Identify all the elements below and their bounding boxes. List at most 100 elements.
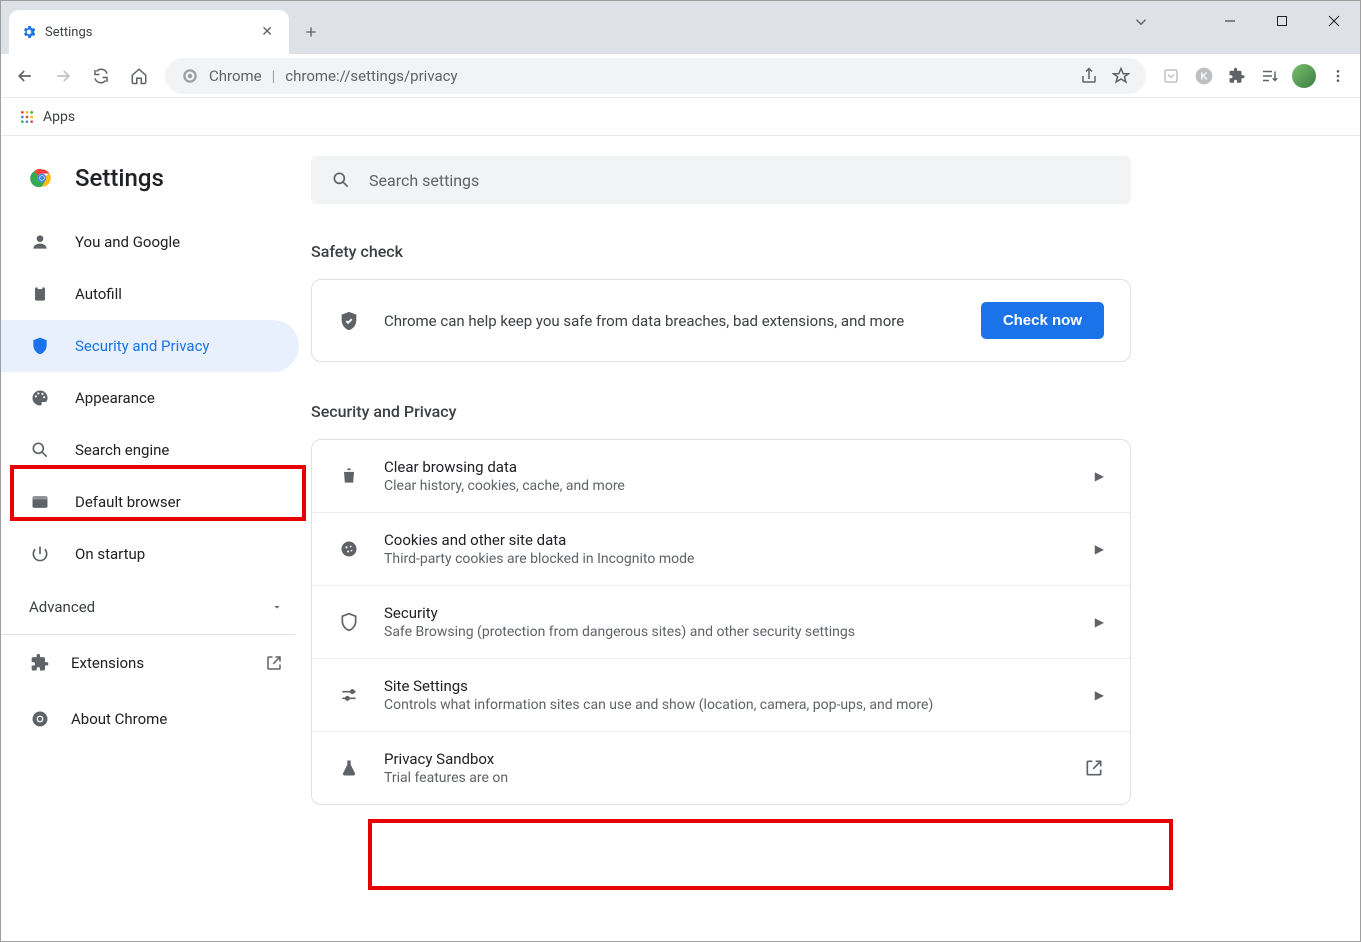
sidebar-advanced-toggle[interactable]: Advanced — [1, 580, 311, 634]
address-bar[interactable]: Chrome | chrome://settings/privacy — [165, 58, 1146, 94]
safety-check-text: Chrome can help keep you safe from data … — [384, 312, 957, 330]
share-icon[interactable] — [1080, 67, 1098, 85]
new-tab-button[interactable] — [295, 16, 327, 48]
row-subtitle: Trial features are on — [384, 770, 1060, 786]
sidebar-item-label: Autofill — [75, 285, 122, 303]
pocket-icon[interactable] — [1162, 67, 1180, 85]
chevron-right-icon: ▶ — [1095, 688, 1104, 702]
reload-button[interactable] — [85, 60, 117, 92]
puzzle-icon — [29, 653, 51, 673]
person-icon — [29, 232, 51, 252]
sidebar-item-label: Security and Privacy — [75, 337, 210, 355]
open-external-icon — [1084, 758, 1104, 778]
shield-icon — [29, 336, 51, 356]
sidebar-item-appearance[interactable]: Appearance — [1, 372, 299, 424]
site-info-icon[interactable] — [181, 67, 199, 85]
extensions-puzzle-icon[interactable] — [1228, 67, 1246, 85]
safety-check-card: Chrome can help keep you safe from data … — [311, 279, 1131, 362]
browser-toolbar: Chrome | chrome://settings/privacy K — [1, 54, 1360, 98]
sidebar-item-about[interactable]: About Chrome — [1, 691, 311, 747]
sidebar-item-search-engine[interactable]: Search engine — [1, 424, 299, 476]
row-title: Privacy Sandbox — [384, 750, 1060, 768]
row-subtitle: Safe Browsing (protection from dangerous… — [384, 624, 1071, 640]
minimize-button[interactable] — [1204, 1, 1256, 41]
row-title: Cookies and other site data — [384, 531, 1071, 549]
tab-title: Settings — [45, 25, 92, 40]
sidebar-item-label: Search engine — [75, 441, 169, 459]
browser-window-icon — [29, 492, 51, 512]
sidebar-item-you-and-google[interactable]: You and Google — [1, 216, 299, 268]
row-clear-browsing-data[interactable]: Clear browsing data Clear history, cooki… — [312, 440, 1130, 512]
search-placeholder: Search settings — [369, 171, 479, 190]
settings-main: Search settings Safety check Chrome can … — [311, 136, 1360, 941]
row-security[interactable]: Security Safe Browsing (protection from … — [312, 585, 1130, 658]
sidebar-item-default-browser[interactable]: Default browser — [1, 476, 299, 528]
bookmarks-bar: Apps — [1, 98, 1360, 136]
cookie-icon — [338, 539, 360, 559]
reading-list-icon[interactable] — [1260, 67, 1278, 85]
close-tab-icon[interactable]: ✕ — [257, 20, 277, 44]
chevron-right-icon: ▶ — [1095, 542, 1104, 556]
power-icon — [29, 544, 51, 564]
url-scheme: Chrome — [209, 67, 262, 85]
window-controls — [1204, 1, 1360, 41]
privacy-section-heading: Security and Privacy — [311, 402, 1290, 421]
sidebar-item-label: You and Google — [75, 233, 180, 251]
sidebar-item-label: Appearance — [75, 389, 155, 407]
forward-button[interactable] — [47, 60, 79, 92]
check-now-button[interactable]: Check now — [981, 302, 1104, 339]
browser-tabstrip: Settings ✕ — [1, 1, 1360, 54]
trash-icon — [338, 466, 360, 486]
menu-dots-icon[interactable] — [1330, 68, 1346, 84]
row-subtitle: Third-party cookies are blocked in Incog… — [384, 551, 1071, 567]
home-button[interactable] — [123, 60, 155, 92]
back-button[interactable] — [9, 60, 41, 92]
settings-header: Settings — [1, 156, 311, 216]
sidebar-item-label: Extensions — [71, 654, 144, 672]
chrome-small-icon — [29, 709, 51, 729]
sliders-icon — [338, 685, 360, 705]
apps-label: Apps — [43, 109, 75, 125]
sidebar-item-autofill[interactable]: Autofill — [1, 268, 299, 320]
sidebar-item-security-privacy[interactable]: Security and Privacy — [1, 320, 299, 372]
apps-shortcut[interactable]: Apps — [19, 109, 75, 125]
browser-tab[interactable]: Settings ✕ — [9, 10, 289, 54]
apps-grid-icon — [19, 109, 35, 125]
chevron-right-icon: ▶ — [1095, 469, 1104, 483]
extension-k-icon[interactable]: K — [1194, 66, 1214, 86]
url-path: chrome://settings/privacy — [285, 67, 457, 85]
maximize-button[interactable] — [1256, 1, 1308, 41]
sidebar-item-extensions[interactable]: Extensions — [1, 635, 311, 691]
row-privacy-sandbox[interactable]: Privacy Sandbox Trial features are on — [312, 731, 1130, 804]
gear-icon — [21, 24, 37, 40]
search-icon — [331, 170, 351, 190]
bookmark-star-icon[interactable] — [1112, 67, 1130, 85]
shield-outline-icon — [338, 612, 360, 632]
tab-search-icon[interactable] — [1132, 13, 1150, 31]
row-subtitle: Clear history, cookies, cache, and more — [384, 478, 1071, 494]
row-site-settings[interactable]: Site Settings Controls what information … — [312, 658, 1130, 731]
chrome-logo-icon — [29, 165, 55, 191]
row-cookies[interactable]: Cookies and other site data Third-party … — [312, 512, 1130, 585]
settings-sidebar: Settings You and Google Autofill Securit… — [1, 136, 311, 941]
palette-icon — [29, 388, 51, 408]
open-external-icon — [265, 654, 283, 672]
privacy-card: Clear browsing data Clear history, cooki… — [311, 439, 1131, 805]
chevron-down-icon — [271, 601, 283, 613]
page-title: Settings — [75, 164, 164, 192]
profile-avatar[interactable] — [1292, 64, 1316, 88]
safety-check-heading: Safety check — [311, 242, 1290, 261]
search-settings-input[interactable]: Search settings — [311, 156, 1131, 204]
shield-check-icon — [338, 310, 360, 332]
sidebar-item-label: About Chrome — [71, 710, 167, 728]
sidebar-advanced-label: Advanced — [29, 598, 95, 616]
close-window-button[interactable] — [1308, 1, 1360, 41]
chevron-right-icon: ▶ — [1095, 615, 1104, 629]
row-subtitle: Controls what information sites can use … — [384, 697, 1071, 713]
row-title: Clear browsing data — [384, 458, 1071, 476]
url-separator: | — [272, 67, 276, 85]
sidebar-item-on-startup[interactable]: On startup — [1, 528, 299, 580]
clipboard-icon — [29, 284, 51, 304]
svg-text:K: K — [1200, 71, 1208, 82]
row-title: Security — [384, 604, 1071, 622]
